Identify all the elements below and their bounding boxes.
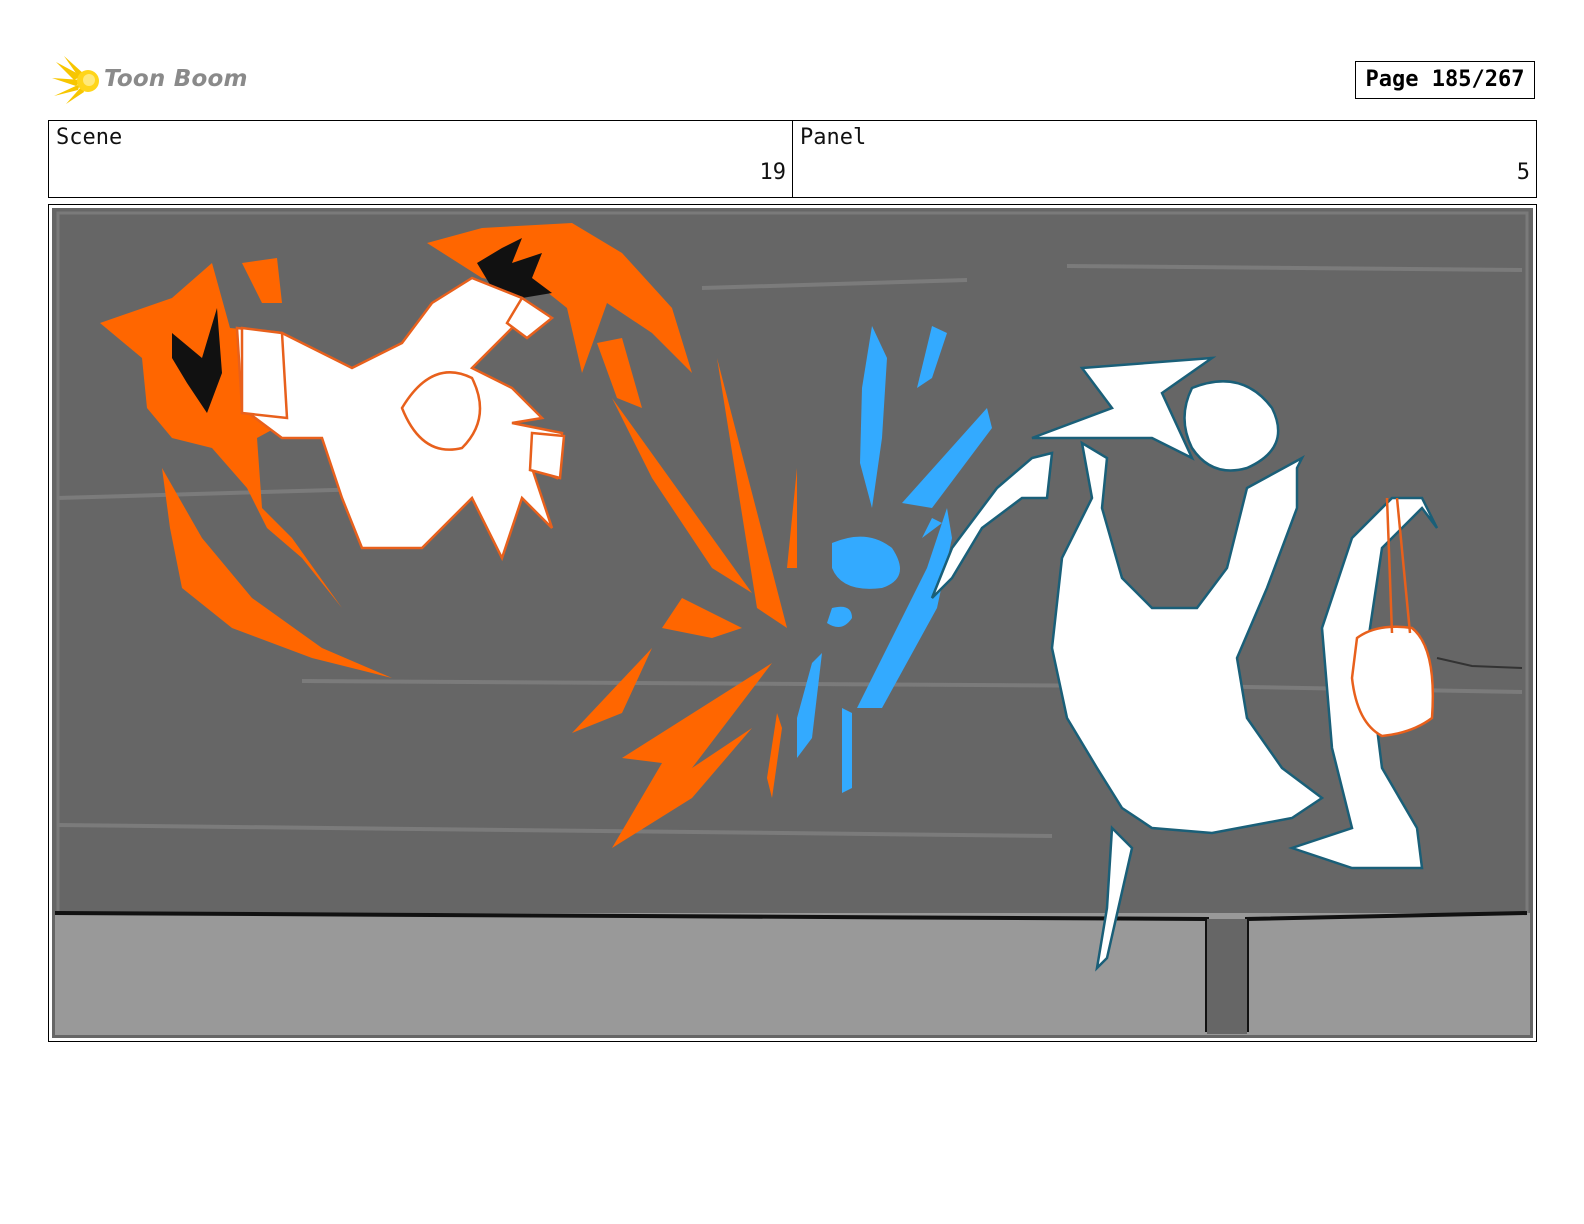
floor-gap <box>1207 919 1247 1034</box>
scene-panel-info: Scene 19 Panel 5 <box>48 120 1537 198</box>
scene-value: 19 <box>759 160 787 185</box>
panel-value: 5 <box>1516 160 1530 185</box>
floor <box>55 913 1530 1035</box>
scene-label: Scene <box>56 125 123 150</box>
page-number: Page 185/267 <box>1355 61 1535 99</box>
storyboard-illustration <box>52 208 1533 1038</box>
starburst-icon <box>52 56 99 104</box>
scene-cell: Scene 19 <box>49 121 792 197</box>
toon-boom-logo: Toon Boom <box>52 54 252 108</box>
logo-text: Toon Boom <box>104 66 248 92</box>
panel-label: Panel <box>800 125 867 150</box>
panel-cell: Panel 5 <box>792 121 1536 197</box>
storyboard-frame <box>48 204 1537 1042</box>
